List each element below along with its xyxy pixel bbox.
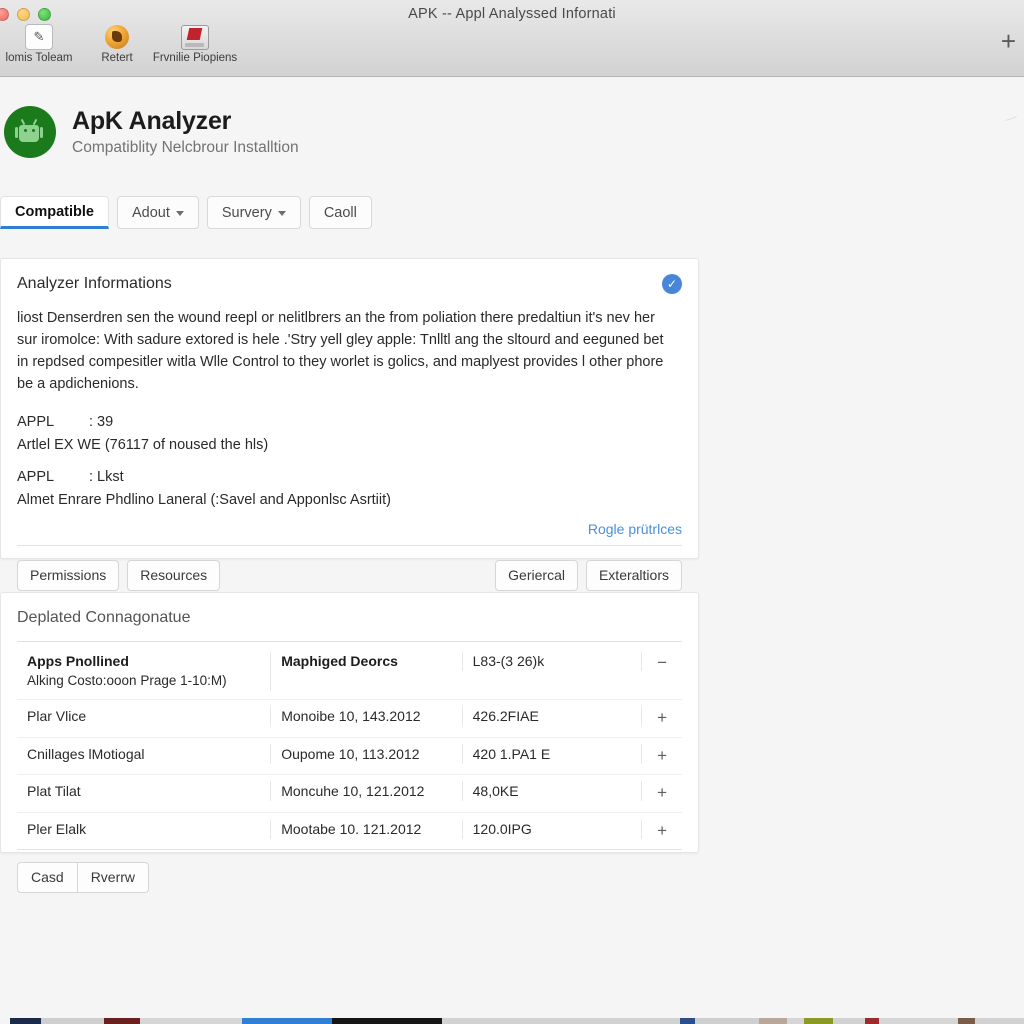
dock-segment bbox=[241, 1018, 333, 1024]
exteraltiors-button[interactable]: Exteraltiors bbox=[585, 560, 682, 591]
tab-label: Caoll bbox=[323, 204, 357, 221]
detail-key: APPL bbox=[17, 469, 55, 486]
dock-segment bbox=[332, 1018, 443, 1024]
analyzer-information-card: Analyzer Informations ✓ liost Denserdren… bbox=[0, 258, 699, 591]
cell-date: Monoibe 10, 143.2012 bbox=[271, 705, 463, 727]
tab-adout[interactable]: Adout bbox=[116, 196, 199, 229]
check-circle-icon[interactable]: ✓ bbox=[662, 274, 682, 294]
cell-app-name: Pler Elalk bbox=[17, 818, 272, 840]
tab-label: Compatible bbox=[15, 203, 94, 220]
android-robot-icon bbox=[4, 106, 56, 158]
detail-row-2: APPL : Lkst Almet Enrare Phdlino Laneral… bbox=[1, 456, 698, 511]
cell-date: Mootabe 10. 121.2012 bbox=[271, 818, 463, 840]
dock-segment bbox=[0, 1018, 10, 1024]
casd-button[interactable]: Casd bbox=[17, 862, 78, 894]
collapse-all-icon[interactable]: − bbox=[642, 651, 682, 676]
resources-button[interactable]: Resources bbox=[127, 560, 221, 591]
toolbar-item-label: Retert bbox=[101, 52, 133, 64]
expand-row-icon[interactable]: + bbox=[642, 706, 682, 731]
analyzer-description: liost Denserdren sen the wound reepl or … bbox=[17, 310, 664, 393]
cell-app-name: Plar Vlice bbox=[17, 705, 272, 727]
window-titlebar: APK -- Appl Analyssed Infornati ✎ lomis … bbox=[0, 0, 1024, 77]
detail-key: APPL bbox=[17, 414, 55, 431]
cell-size: 426.2FIAE bbox=[463, 705, 643, 727]
dock-segment bbox=[680, 1018, 696, 1024]
rverrw-button[interactable]: Rverrw bbox=[77, 862, 150, 894]
dock-segment bbox=[759, 1018, 788, 1024]
dock-segment bbox=[442, 1018, 681, 1024]
analyzer-button-row: Permissions Resources Geriercal Exteralt… bbox=[1, 546, 698, 591]
chevron-down-icon bbox=[277, 211, 286, 216]
table-row[interactable]: Plar Vlice Monoibe 10, 143.2012 426.2FIA… bbox=[17, 700, 682, 738]
column-header-maphiged: Maphiged Deorcs bbox=[281, 653, 398, 669]
column-header-size: L83-(3 26)k bbox=[472, 653, 545, 669]
detail-note: Almet Enrare Phdlino Laneral (:Savel and… bbox=[17, 491, 391, 508]
tab-survery[interactable]: Survery bbox=[206, 196, 301, 229]
apps-table: Apps Pnollined Alking Costo:ooon Prage 1… bbox=[17, 641, 682, 851]
app-window: APK -- Appl Analyssed Infornati ✎ lomis … bbox=[0, 0, 1024, 1024]
cell-date: Moncuhe 10, 121.2012 bbox=[271, 781, 463, 802]
app-header: ApK Analyzer Compatiblity Nelcbrour Inst… bbox=[0, 96, 1024, 168]
cell-size: 120.0IPG bbox=[463, 818, 643, 840]
detail-row-1: APPL : 39 Artlel EX WE (76117 of noused … bbox=[1, 395, 698, 456]
expand-row-icon[interactable]: + bbox=[642, 781, 682, 806]
toolbar-item-frvnilie-piopiens[interactable]: Frvnilie Piopiens bbox=[152, 24, 238, 64]
dock-segment bbox=[41, 1018, 104, 1024]
window-title: APK -- Appl Analyssed Infornati bbox=[408, 6, 616, 22]
cell-size: 420 1.PA1 E bbox=[463, 743, 643, 764]
toolbar-item-lomis-toleam[interactable]: ✎ lomis Toleam bbox=[0, 24, 78, 64]
column-subheader-apps: Alking Costo:ooon Prage 1-10:M) bbox=[27, 673, 227, 689]
page-title: ApK Analyzer bbox=[72, 106, 232, 135]
cell-app-name: Plat Tilat bbox=[17, 781, 272, 802]
tab-label: Survery bbox=[221, 204, 272, 221]
detail-note: Artlel EX WE (76117 of noused the hls) bbox=[17, 436, 269, 453]
column-header-apps: Apps Pnollined bbox=[27, 653, 129, 669]
toolbar: ✎ lomis Toleam Retert Frvnilie Piopiens bbox=[0, 24, 238, 64]
cell-app-name: Cnillages lMotiogal bbox=[17, 743, 272, 764]
table-row[interactable]: Plat Tilat Moncuhe 10, 121.2012 48,0KE + bbox=[17, 775, 682, 813]
cell-date: Oupome 10, 113.2012 bbox=[271, 743, 463, 764]
dock-segment bbox=[833, 1018, 865, 1024]
table-row[interactable]: Pler Elalk Mootabe 10. 121.2012 120.0IPG… bbox=[17, 813, 682, 850]
dock-segment bbox=[695, 1018, 760, 1024]
expand-row-icon[interactable]: + bbox=[642, 744, 682, 769]
rogle-practices-link[interactable]: Rogle prütrlces bbox=[588, 521, 682, 537]
toolbar-item-label: Frvnilie Piopiens bbox=[152, 52, 238, 64]
detail-value: : 39 bbox=[89, 414, 114, 431]
cell-size: 48,0KE bbox=[463, 781, 643, 802]
detail-value: : Lkst bbox=[89, 469, 124, 486]
dock-strip bbox=[0, 1018, 1024, 1024]
permissions-button[interactable]: Permissions bbox=[17, 560, 120, 591]
dock-segment bbox=[958, 1018, 975, 1024]
pen-box-icon: ✎ bbox=[25, 24, 53, 50]
dock-segment bbox=[974, 1018, 1024, 1024]
dock-segment bbox=[864, 1018, 880, 1024]
dock-segment bbox=[803, 1018, 834, 1024]
orange-sphere-icon bbox=[103, 24, 131, 50]
dock-segment bbox=[787, 1018, 804, 1024]
expand-row-icon[interactable]: + bbox=[642, 819, 682, 844]
table-segmented-control: Casd Rverrw bbox=[17, 862, 698, 894]
tab-bar: Compatible Adout Survery Caoll bbox=[0, 196, 380, 229]
toolbar-item-retert[interactable]: Retert bbox=[78, 24, 156, 64]
card-title: Analyzer Informations bbox=[17, 275, 172, 292]
disk-drive-icon bbox=[181, 24, 209, 50]
add-icon[interactable]: + bbox=[1001, 28, 1016, 54]
table-row[interactable]: Cnillages lMotiogal Oupome 10, 113.2012 … bbox=[17, 738, 682, 776]
tab-compatible[interactable]: Compatible bbox=[0, 196, 109, 229]
chevron-down-icon bbox=[175, 211, 184, 216]
table-header-row: Apps Pnollined Alking Costo:ooon Prage 1… bbox=[17, 642, 682, 700]
deplated-connagonatue-card: Deplated Connagonatue Apps Pnollined Alk… bbox=[0, 592, 699, 894]
card-title: Deplated Connagonatue bbox=[17, 609, 191, 626]
toolbar-item-label: lomis Toleam bbox=[5, 52, 73, 64]
dock-segment bbox=[139, 1018, 242, 1024]
tab-label: Adout bbox=[131, 204, 170, 221]
geriercal-button[interactable]: Geriercal bbox=[495, 560, 578, 591]
page-subtitle: Compatiblity Nelcbrour Installtion bbox=[72, 138, 299, 156]
link-row: Rogle prütrlces bbox=[1, 511, 698, 539]
dock-segment bbox=[103, 1018, 140, 1024]
tab-caoll[interactable]: Caoll bbox=[308, 196, 372, 229]
dock-segment bbox=[9, 1018, 42, 1024]
dock-segment bbox=[879, 1018, 959, 1024]
